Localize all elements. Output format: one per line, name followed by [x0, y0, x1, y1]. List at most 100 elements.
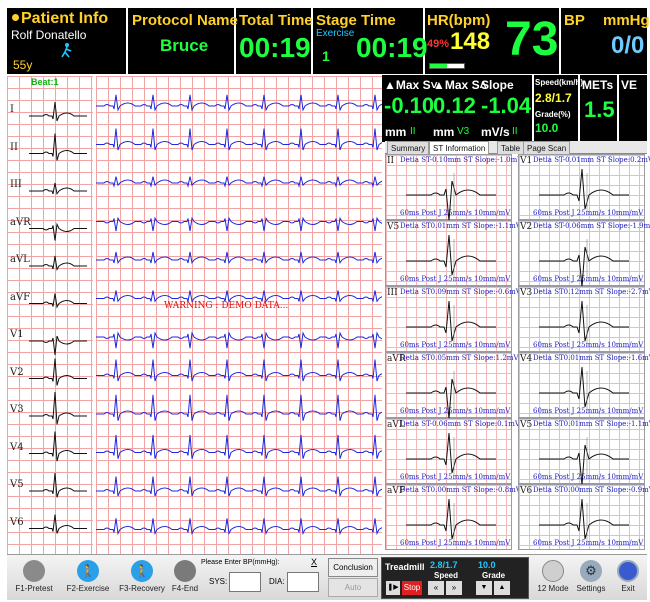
blood-pressure-panel[interactable]: BP mmHg 0/0	[561, 8, 650, 74]
st-complex-trace	[406, 300, 496, 345]
tab-table[interactable]: Table	[497, 141, 525, 154]
st-complex-trace	[406, 371, 496, 419]
bp-entry-panel: Please Enter BP(mmHg): X SYS: DIA:	[199, 557, 324, 599]
stage-time-panel: Stage Time Exercise 1 00:19	[313, 8, 428, 74]
protocol-panel[interactable]: Protocol Name Bruce	[128, 8, 238, 74]
max-st-elevation-lead: V3	[457, 126, 470, 137]
lead-label: V1	[10, 329, 24, 340]
divider	[532, 75, 534, 142]
auto-button[interactable]: Auto	[328, 578, 378, 597]
st-cell-avl[interactable]: aVL Detla ST-0.06mm ST Slope:0.1mV/s 60ms …	[385, 418, 526, 484]
walking-person-icon: 🚶	[77, 560, 99, 582]
demo-data-warning: WARNING : DEMO DATA...	[164, 301, 289, 311]
footer-toolbar: F1-Pretest 🚶 F2-Exercise 🚶 F3-Recovery F…	[7, 554, 647, 600]
st-complex-trace	[406, 498, 496, 543]
lead-label: aVL	[10, 254, 30, 265]
patient-info-panel[interactable]: Patient Info Rolf Donatello 55y	[7, 8, 128, 74]
beat-trace-avf	[29, 293, 87, 309]
lead-label: V3	[10, 404, 24, 415]
exit-label: Exit	[621, 584, 635, 593]
settings-label: Settings	[576, 584, 606, 593]
bp-value: 0/0	[611, 32, 645, 59]
recovery-button[interactable]: 🚶 F3-Recovery	[117, 558, 167, 598]
tab-page-scan[interactable]: Page Scan	[523, 141, 571, 154]
settings-button[interactable]: ⚙ Settings	[573, 558, 609, 598]
ve-label: VE	[621, 78, 638, 92]
st-complex-trace	[406, 234, 496, 279]
st-cell-ii[interactable]: II Detla ST-0.10mm ST Slope:-1.0mV/s 60ms …	[385, 154, 528, 221]
treadmill-grade: 10.0	[478, 560, 496, 570]
mets-label: METs	[582, 78, 614, 92]
beat-trace-v2	[29, 358, 87, 386]
stage-name: Exercise	[316, 28, 355, 39]
st-complex-trace	[406, 432, 496, 477]
speed-down-icon[interactable]: «	[428, 581, 444, 595]
lead-label: V6	[10, 516, 24, 528]
gear-icon: ⚙	[580, 560, 602, 582]
total-time-label: Total Time	[239, 12, 313, 29]
close-icon[interactable]: X	[311, 557, 317, 567]
ecg-stress-test-window: Patient Info Rolf Donatello 55y Protocol…	[0, 0, 650, 602]
exit-button[interactable]: Exit	[611, 558, 645, 598]
st-complex-trace	[406, 173, 496, 221]
st-cell-avr[interactable]: aVR Detla ST0.05mm ST Slope:1.2mV/s 60ms P…	[385, 352, 524, 419]
dia-input[interactable]	[287, 572, 319, 592]
speed-up-icon[interactable]: »	[446, 581, 462, 595]
divider	[578, 75, 580, 142]
rhythm-trace-iii	[96, 176, 382, 188]
slope-lead: II	[512, 126, 518, 137]
lead-label: V2	[10, 366, 24, 378]
pretest-button[interactable]: F1-Pretest	[9, 558, 59, 598]
beat-trace-avr	[29, 222, 87, 241]
12-mode-button[interactable]: 12 Mode	[535, 558, 571, 598]
sys-label: SYS:	[209, 577, 228, 586]
treadmill-speed: 2.8/1.7	[430, 560, 458, 570]
exit-icon	[617, 560, 639, 582]
header-bar: Patient Info Rolf Donatello 55y Protocol…	[7, 8, 650, 74]
patient-info-label: Patient Info	[21, 10, 109, 27]
stop-button[interactable]: Stop	[402, 581, 422, 595]
hr-value: 73	[505, 13, 559, 66]
beat-trace-v6	[29, 514, 87, 534]
hr-progress-bar	[429, 63, 465, 69]
grade-up-icon[interactable]: ▲	[494, 581, 510, 595]
lead-label: aVF	[10, 291, 31, 303]
slope-label: Slope	[481, 78, 514, 92]
max-st-elevation-value: 0.12	[433, 93, 476, 118]
protocol-label: Protocol Name	[132, 12, 238, 29]
st-cell-v5[interactable]: V5 Detla ST0.01mm ST Slope:-1.1mV/s 60ms P…	[385, 220, 527, 286]
st-cell-v1[interactable]: V1 Detla ST-0.01mm ST Slope:0.2mV/s 60ms P…	[518, 154, 650, 220]
st-complex-trace	[539, 300, 629, 345]
beat-trace-v4	[29, 431, 87, 462]
st-cell-v6[interactable]: V6 Detla ST0.00mm ST Slope:-0.9mV/s 60ms P…	[518, 484, 650, 550]
max-st-depression-value: -0.10	[384, 93, 435, 118]
st-tab-bar: Summary ST Information Table Page Scan	[385, 141, 647, 154]
walking-person-icon	[61, 43, 72, 58]
grade-label: Grade	[482, 571, 506, 580]
beat-trace-ii	[29, 133, 87, 161]
st-cell-v2[interactable]: V2 Detla ST-0.06mm ST Slope:-1.9mV/s 60ms …	[518, 220, 650, 287]
total-time-panel: Total Time 00:19	[236, 8, 313, 74]
pause-icon[interactable]: ❚▶	[386, 581, 400, 595]
lead-label: aVR	[10, 216, 31, 228]
tab-st-information[interactable]: ST Information	[429, 141, 490, 154]
exercise-button[interactable]: 🚶 F2-Exercise	[63, 558, 113, 598]
st-cell-avf[interactable]: aVF Detla ST0.00mm ST Slope:-0.8mV/s 60ms …	[385, 484, 527, 550]
speed-label: Speed(km/h)	[535, 78, 584, 87]
rhythm-trace-v1	[96, 331, 382, 349]
rhythm-trace-i	[96, 94, 382, 112]
st-complex-grid: II Detla ST-0.10mm ST Slope:-1.0mV/s 60ms …	[385, 154, 650, 554]
st-complex-trace	[539, 366, 629, 411]
sys-input[interactable]	[229, 572, 261, 592]
twelve-lead-icon	[542, 560, 564, 582]
exercise-label: F2-Exercise	[66, 584, 110, 593]
conclusion-button[interactable]: Conclusion	[328, 558, 378, 577]
st-cell-iii[interactable]: III Detla ST0.09mm ST Slope:-0.6mV/s 60ms …	[385, 286, 527, 352]
patient-name: Rolf Donatello	[11, 28, 87, 42]
st-cell-v3[interactable]: V3 Detla ST0.12mm ST Slope:-2.7mV/s 60ms P…	[518, 286, 650, 352]
st-cell-v5[interactable]: V5 Detla ST0.01mm ST Slope:-1.1mV/s 60ms P…	[518, 418, 650, 485]
stage-number: 1	[322, 48, 330, 64]
st-cell-v4[interactable]: V4 Detla ST0.01mm ST Slope:-1.6mV/s 60ms P…	[518, 352, 650, 418]
tab-summary[interactable]: Summary	[387, 141, 430, 154]
grade-down-icon[interactable]: ▼	[476, 581, 492, 595]
